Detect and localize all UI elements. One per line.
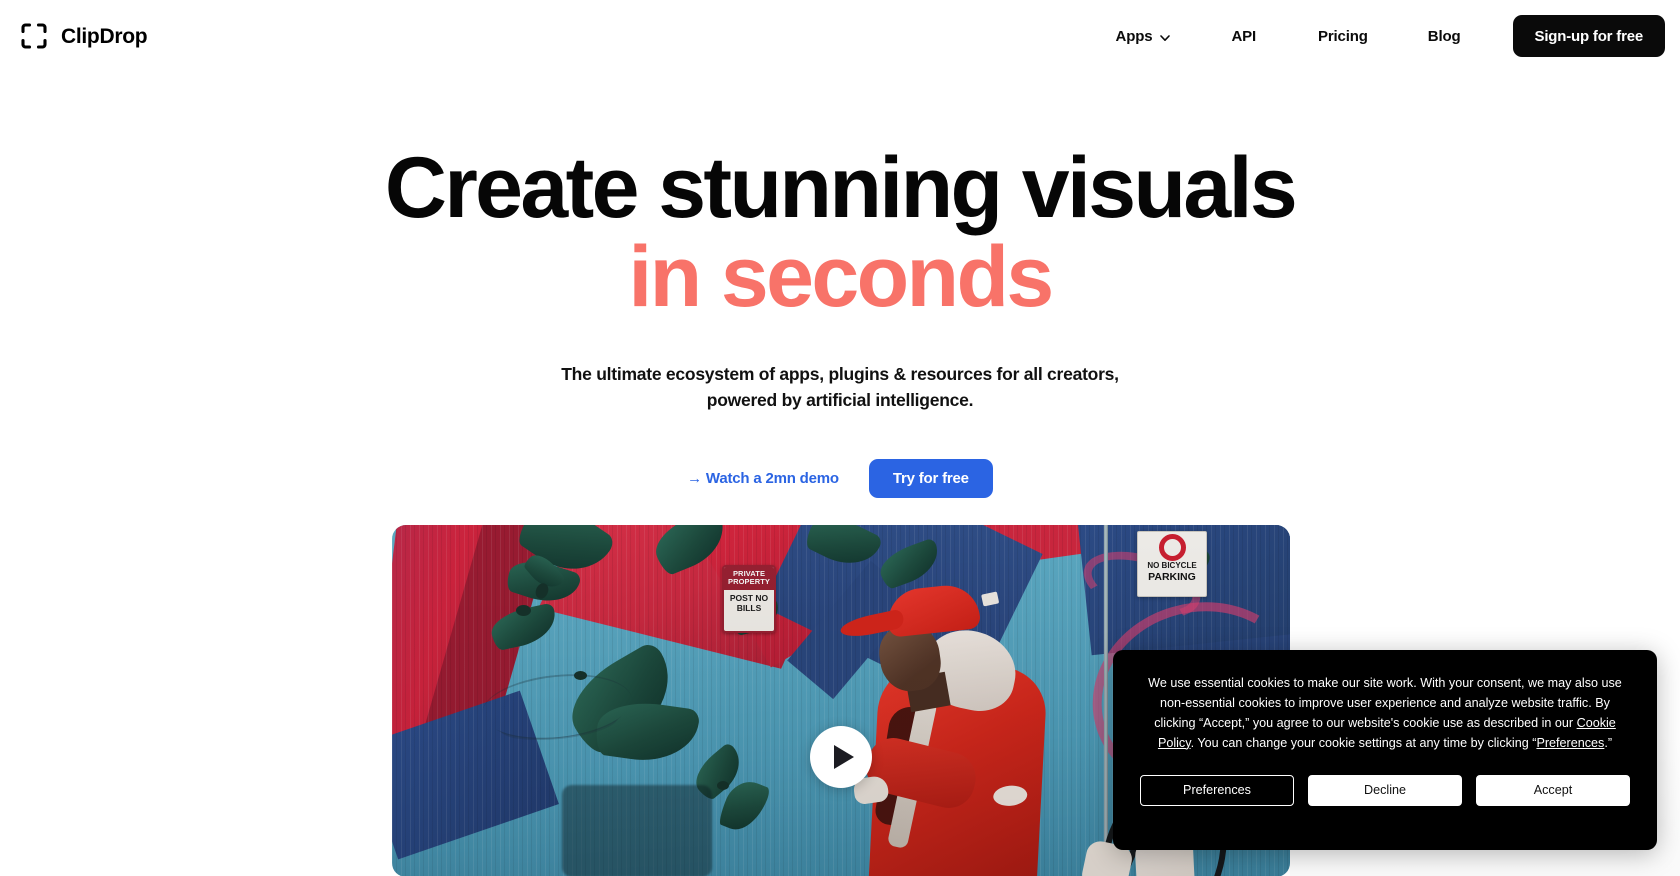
cookie-text-part-2: . You can change your cookie settings at… <box>1190 735 1537 750</box>
main-nav: Apps API Pricing Blog Sign-up for free <box>1116 15 1680 57</box>
site-header: ClipDrop Apps API Pricing Blog Sign-up f… <box>0 0 1680 72</box>
nav-item-apps[interactable]: Apps <box>1116 20 1172 53</box>
cookie-preferences-link[interactable]: Preferences <box>1536 736 1604 750</box>
headline-line-2: in seconds <box>628 228 1054 325</box>
brand-name: ClipDrop <box>61 24 148 48</box>
page-title: Create stunning visuals in seconds <box>0 145 1680 325</box>
nav-item-pricing-label: Pricing <box>1318 27 1368 45</box>
cookie-preferences-button[interactable]: Preferences <box>1140 774 1294 806</box>
nav-item-api-label: API <box>1231 27 1256 45</box>
cookie-consent-banner: We use essential cookies to make our sit… <box>1113 650 1657 850</box>
cookie-decline-button[interactable]: Decline <box>1308 774 1462 806</box>
nav-item-apps-label: Apps <box>1115 27 1153 45</box>
cookie-text-part-3: .” <box>1604 735 1613 750</box>
crop-brackets-icon <box>20 22 48 50</box>
page-root: ClipDrop Apps API Pricing Blog Sign-up f… <box>0 0 1680 876</box>
nav-item-blog[interactable]: Blog <box>1428 20 1461 53</box>
nav-item-blog-label: Blog <box>1427 27 1461 45</box>
headline-line-1: Create stunning visuals <box>384 140 1298 236</box>
hero-subtitle-line-2: powered by artificial intelligence. <box>706 390 974 411</box>
try-for-free-button[interactable]: Try for free <box>868 459 993 499</box>
cookie-button-row: Preferences Decline Accept <box>1140 774 1630 806</box>
hero-cta-row: → Watch a 2mn demo Try for free <box>0 459 1680 499</box>
hero-subtitle-line-1: The ultimate ecosystem of apps, plugins … <box>561 364 1119 385</box>
cookie-consent-text: We use essential cookies to make our sit… <box>1140 674 1630 754</box>
play-triangle-icon <box>834 745 854 769</box>
signup-button[interactable]: Sign-up for free <box>1512 15 1665 57</box>
cookie-accept-button[interactable]: Accept <box>1476 774 1630 806</box>
hero-subtitle: The ultimate ecosystem of apps, plugins … <box>0 362 1680 414</box>
nav-item-api[interactable]: API <box>1231 20 1256 53</box>
play-button[interactable] <box>810 726 872 788</box>
hero-section: Create stunning visuals in seconds The u… <box>0 0 1680 499</box>
nav-item-pricing[interactable]: Pricing <box>1318 20 1368 53</box>
brand-logo[interactable]: ClipDrop <box>20 22 148 50</box>
cookie-text-part-1: We use essential cookies to make our sit… <box>1148 676 1622 730</box>
watch-demo-link[interactable]: → Watch a 2mn demo <box>687 470 839 487</box>
chevron-down-icon <box>1159 31 1171 43</box>
